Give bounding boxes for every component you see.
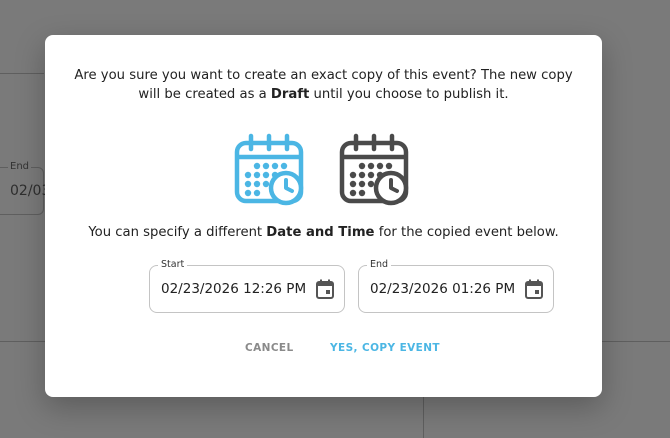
calendar-clock-icon <box>233 133 307 207</box>
start-datetime-field[interactable]: Start 02/23/2026 12:26 PM <box>149 259 345 313</box>
copy-confirmation-message: Are you sure you want to create an exact… <box>74 68 573 102</box>
copy-event-dialog: Are you sure you want to create an exact… <box>45 35 602 397</box>
date-time-label: Date and Time <box>266 225 375 240</box>
background-divider <box>0 73 44 74</box>
copy-event-button[interactable]: YES, COPY EVENT <box>324 338 446 358</box>
calendar-clock-icon <box>338 133 412 207</box>
calendar-icon[interactable] <box>525 279 543 299</box>
start-field-value[interactable]: 02/23/2026 12:26 PM <box>161 280 306 298</box>
start-field-label: Start <box>158 259 188 271</box>
end-datetime-field[interactable]: End 02/23/2026 01:26 PM <box>358 259 554 313</box>
end-field-label: End <box>367 259 392 271</box>
cancel-button[interactable]: CANCEL <box>239 338 300 358</box>
draft-label: Draft <box>270 87 310 102</box>
calendar-icon[interactable] <box>316 279 334 299</box>
date-time-message: You can specify a different Date and Tim… <box>88 225 559 240</box>
end-field-value[interactable]: 02/23/2026 01:26 PM <box>370 280 515 298</box>
background-end-label: End <box>8 161 32 172</box>
